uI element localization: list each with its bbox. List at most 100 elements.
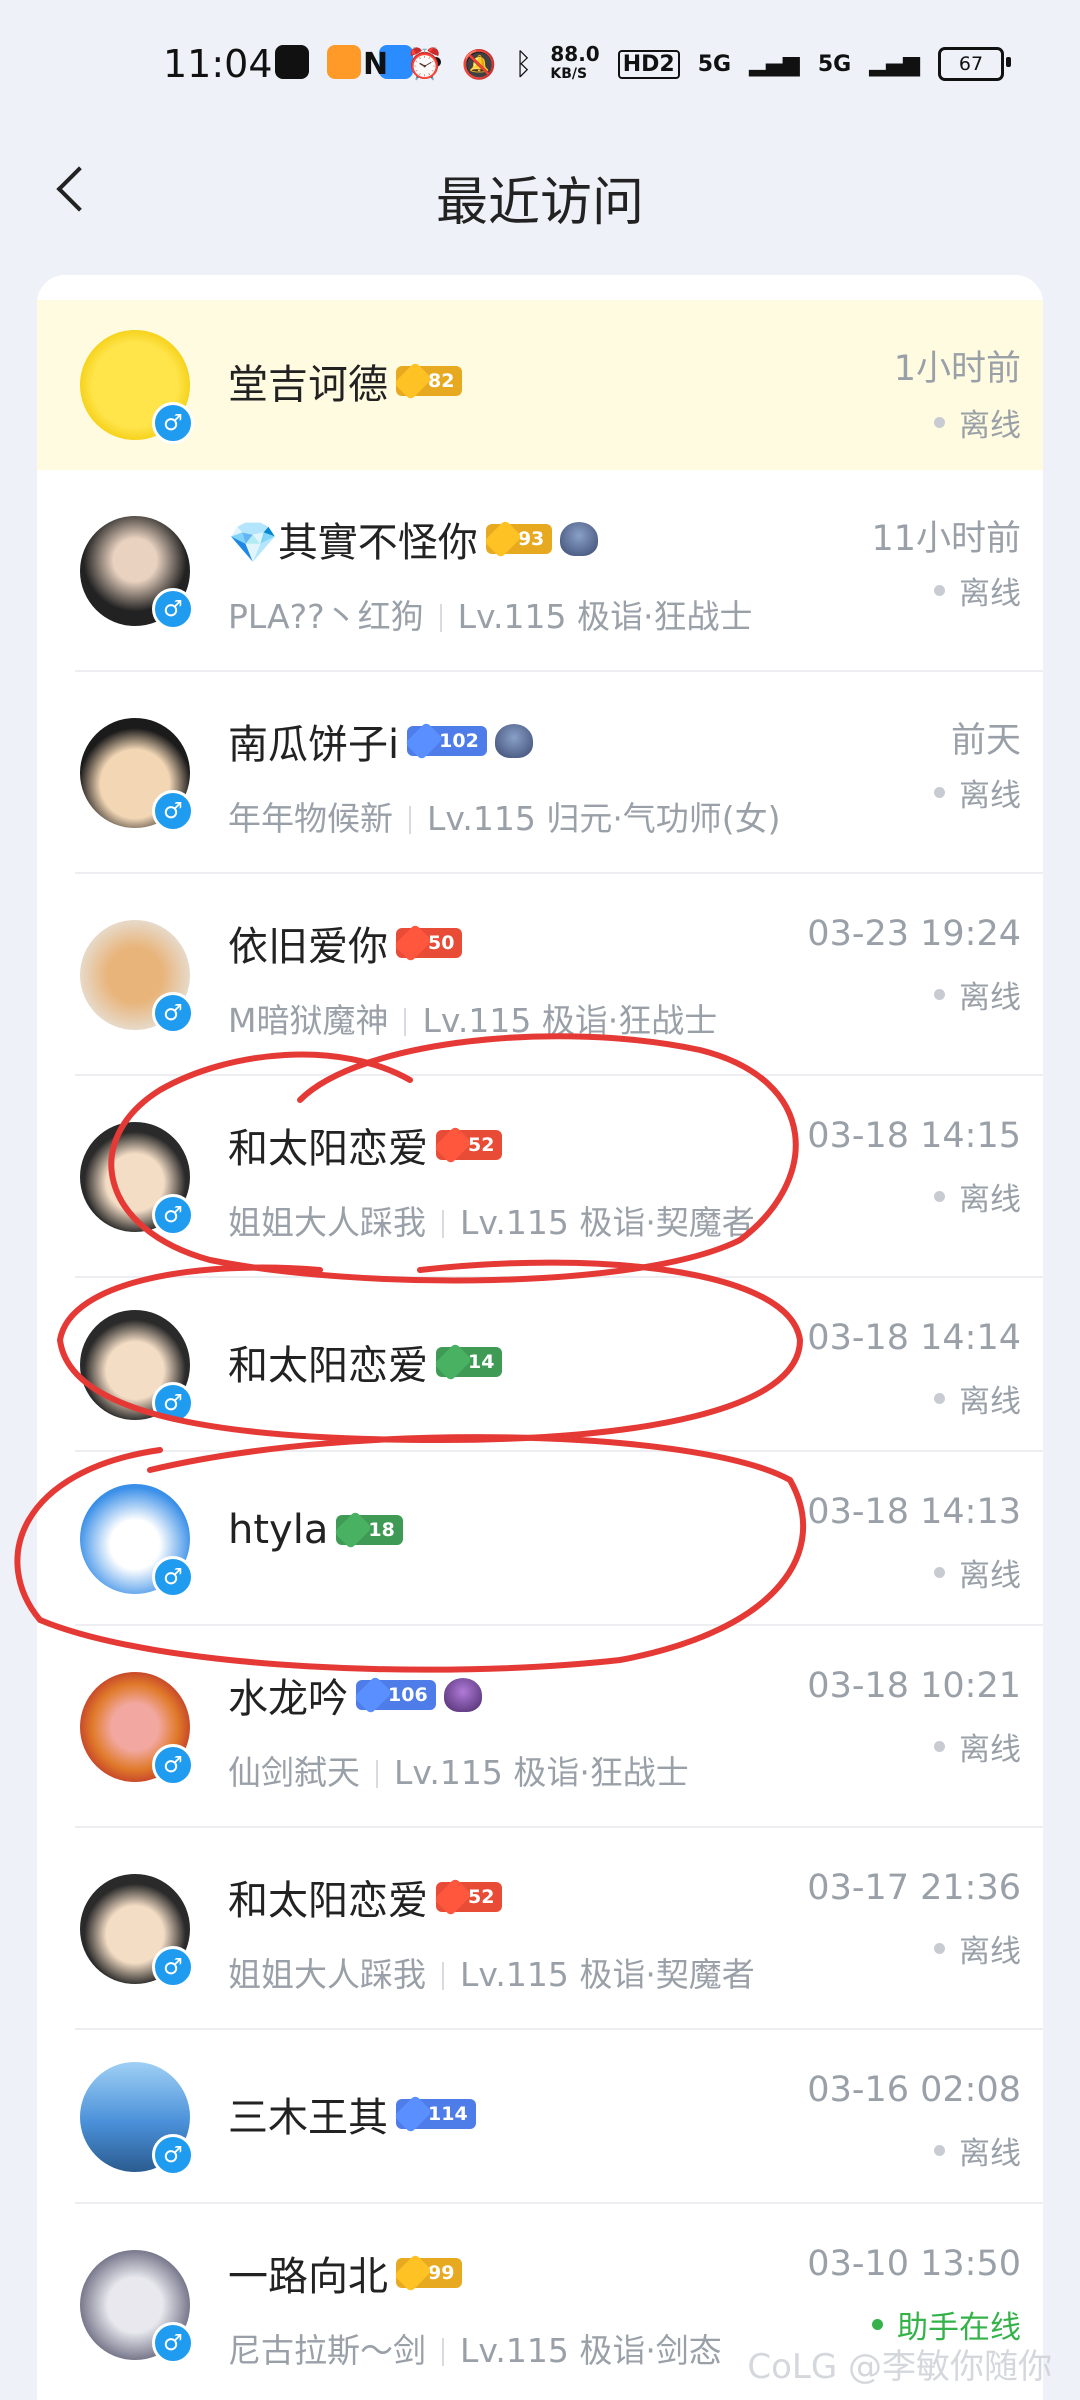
avatar[interactable]: ♂ xyxy=(80,1672,194,1786)
battery-icon: 67 xyxy=(938,47,1011,81)
visit-time: 03-18 14:15 xyxy=(807,1116,1021,1156)
system-icons: N ⏰ 🔕 ᛒ 88.0 KB/S HD2 5G ▂▄▆ 5G ▂▄▆ 67 xyxy=(363,42,1011,84)
visitor-list: ♂ 堂吉诃德 82 1小时前 离线 ♂ 💎其實不怪你 93 PLA??丶红狗 Lv… xyxy=(37,275,1043,2400)
online-status: 离线 xyxy=(934,1926,1021,1971)
avatar[interactable]: ♂ xyxy=(80,330,194,444)
signal-bars-icon-2: ▂▄▆ xyxy=(869,51,920,77)
visit-time: 03-18 14:13 xyxy=(807,1492,1021,1532)
rank-emblem-icon xyxy=(443,1678,482,1712)
user-name: 一路向北 xyxy=(228,2254,388,2300)
male-icon: ♂ xyxy=(152,2134,194,2176)
male-icon: ♂ xyxy=(152,1556,194,1598)
visit-time: 11小时前 xyxy=(871,519,1021,559)
visit-time: 前天 xyxy=(950,721,1021,761)
list-item[interactable]: ♂ 堂吉诃德 82 1小时前 离线 xyxy=(37,300,1043,470)
avatar[interactable]: ♂ xyxy=(80,718,194,832)
list-item[interactable]: ♂ 三木王其 114 03-16 02:08 离线 xyxy=(37,2030,1043,2204)
nfc-icon: N xyxy=(363,46,389,82)
visit-time: 03-23 19:24 xyxy=(807,914,1021,954)
user-name: 堂吉诃德 xyxy=(228,362,388,408)
user-name: 和太阳恋爱 xyxy=(228,1878,428,1924)
sub-info: 仙剑弑天 Lv.115 极诣·狂战士 xyxy=(228,1753,689,1792)
avatar[interactable]: ♂ xyxy=(80,920,194,1034)
status-bar: 11:04 N ⏰ 🔕 ᛒ 88.0 KB/S HD2 5G ▂▄▆ 5G ▂▄… xyxy=(0,0,1080,130)
sub-info: 姐姐大人踩我 Lv.115 极诣·契魔者 xyxy=(228,1203,755,1242)
avatar[interactable]: ♂ xyxy=(80,1874,194,1988)
tiktok-icon xyxy=(275,45,309,79)
male-icon: ♂ xyxy=(152,2322,194,2364)
online-status: 离线 xyxy=(934,1724,1021,1769)
visit-time: 03-18 10:21 xyxy=(807,1666,1021,1706)
visit-time: 03-16 02:08 xyxy=(807,2070,1021,2110)
user-name: 三木王其 xyxy=(228,2095,388,2141)
sub-info: 姐姐大人踩我 Lv.115 极诣·契魔者 xyxy=(228,1955,755,1994)
header: 最近访问 xyxy=(0,130,1080,260)
list-item[interactable]: ♂ 南瓜饼子i 102 年年物候新 Lv.115 归元·气功师(女) 前天 离线 xyxy=(37,672,1043,874)
user-name: htyla xyxy=(228,1507,329,1553)
level-badge: 50 xyxy=(396,928,463,958)
rank-emblem-icon xyxy=(560,522,599,556)
male-icon: ♂ xyxy=(152,1946,194,1988)
online-status: 离线 xyxy=(934,770,1021,815)
watermark: CoLG @李敏你随你 xyxy=(747,2347,1052,2387)
level-badge: 114 xyxy=(396,2099,476,2129)
level-badge: 93 xyxy=(485,524,553,554)
user-name: 和太阳恋爱 xyxy=(228,1343,428,1389)
avatar[interactable]: ♂ xyxy=(80,2062,194,2176)
visit-time: 03-17 21:36 xyxy=(807,1868,1021,1908)
online-status: 离线 xyxy=(934,972,1021,1017)
avatar[interactable]: ♂ xyxy=(80,1310,194,1424)
online-status: 离线 xyxy=(934,400,1021,445)
bluetooth-icon: ᛒ xyxy=(514,46,533,82)
visit-time: 1小时前 xyxy=(893,349,1021,389)
signal-5g-1: 5G xyxy=(697,51,732,77)
level-badge: 52 xyxy=(436,1882,503,1912)
user-name: 💎其實不怪你 xyxy=(228,520,478,566)
level-badge: 82 xyxy=(396,366,463,396)
male-icon: ♂ xyxy=(152,1194,194,1236)
level-badge: 102 xyxy=(407,726,487,756)
list-item[interactable]: ♂ 和太阳恋爱 14 03-18 14:14 离线 xyxy=(37,1278,1043,1452)
signal-5g-2: 5G xyxy=(817,51,852,77)
net-speed: 88.0 KB/S xyxy=(550,42,600,82)
page-title: 最近访问 xyxy=(435,173,644,233)
signal-bars-icon: ▂▄▆ xyxy=(749,51,800,77)
level-badge: 14 xyxy=(436,1347,503,1377)
male-icon: ♂ xyxy=(152,790,194,832)
list-item[interactable]: ♂ 💎其實不怪你 93 PLA??丶红狗 Lv.115 极诣·狂战士 11小时前 … xyxy=(37,470,1043,672)
online-status: 离线 xyxy=(934,1376,1021,1421)
avatar[interactable]: ♂ xyxy=(80,2250,194,2364)
male-icon: ♂ xyxy=(152,1382,194,1424)
level-badge: 106 xyxy=(356,1680,436,1710)
online-status: 离线 xyxy=(934,568,1021,613)
list-item[interactable]: ♂ 和太阳恋爱 52 姐姐大人踩我 Lv.115 极诣·契魔者 03-17 21:… xyxy=(37,1828,1043,2030)
level-badge: 99 xyxy=(396,2258,463,2288)
status-time: 11:04 xyxy=(163,42,273,86)
app-icon xyxy=(327,45,361,79)
visit-time: 03-18 14:14 xyxy=(807,1318,1021,1358)
user-name: 南瓜饼子i xyxy=(228,722,400,768)
list-item[interactable]: ♂ 和太阳恋爱 52 姐姐大人踩我 Lv.115 极诣·契魔者 03-18 14:… xyxy=(37,1076,1043,1278)
online-status: 离线 xyxy=(934,1174,1021,1219)
mute-icon: 🔕 xyxy=(461,47,497,81)
avatar[interactable]: ♂ xyxy=(80,1122,194,1236)
hd-icon: HD2 xyxy=(617,49,680,79)
sub-info: PLA??丶红狗 Lv.115 极诣·狂战士 xyxy=(228,597,753,636)
user-name: 和太阳恋爱 xyxy=(228,1126,428,1172)
sub-info: 尼古拉斯～剑 Lv.115 极诣·剑态 xyxy=(228,2331,722,2370)
male-icon: ♂ xyxy=(152,992,194,1034)
user-name: 水龙吟 xyxy=(228,1676,348,1722)
user-name: 依旧爱你 xyxy=(228,924,388,970)
list-item[interactable]: ♂ htyla 18 03-18 14:13 离线 xyxy=(37,1452,1043,1626)
avatar[interactable]: ♂ xyxy=(80,516,194,630)
online-status: 离线 xyxy=(934,2128,1021,2173)
avatar[interactable]: ♂ xyxy=(80,1484,194,1598)
list-item[interactable]: ♂ 依旧爱你 50 M暗狱魔神 Lv.115 极诣·狂战士 03-23 19:24… xyxy=(37,874,1043,1076)
level-badge: 52 xyxy=(436,1130,503,1160)
rank-emblem-icon xyxy=(494,724,533,758)
sub-info: M暗狱魔神 Lv.115 极诣·狂战士 xyxy=(228,1001,718,1040)
sub-info: 年年物候新 Lv.115 归元·气功师(女) xyxy=(228,799,781,838)
online-status: 离线 xyxy=(934,1550,1021,1595)
list-item[interactable]: ♂ 水龙吟 106 仙剑弑天 Lv.115 极诣·狂战士 03-18 10:21 … xyxy=(37,1626,1043,1828)
male-icon: ♂ xyxy=(152,402,194,444)
